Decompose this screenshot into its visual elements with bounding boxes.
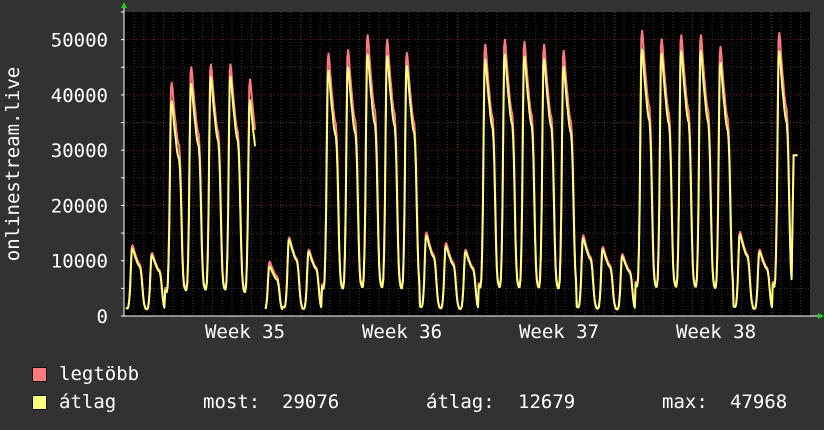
stat-now-value: 29076	[282, 391, 340, 413]
x-tick-label: Week 38	[676, 321, 756, 343]
x-tick-labels: Week 35 Week 36 Week 37 Week 38	[205, 321, 756, 343]
x-axis-arrow	[818, 313, 824, 319]
stat-max-value: 47968	[730, 391, 788, 413]
y-tick-labels: 0 10000 20000 30000 40000 50000	[51, 30, 108, 328]
stat-now-label: most:	[203, 391, 261, 413]
x-tick-label: Week 37	[519, 321, 599, 343]
legend-swatch-avg	[32, 395, 47, 410]
legend-label-max: legtöbb	[59, 363, 140, 385]
y-tick-label: 0	[97, 306, 108, 328]
y-tick-label: 10000	[51, 251, 108, 273]
stat-avg-label: átlag:	[426, 391, 495, 413]
stat-avg-value: 12679	[518, 391, 576, 413]
legend-swatch-max	[32, 367, 47, 382]
x-tick-label: Week 35	[205, 321, 285, 343]
stat-max-label: max:	[662, 391, 708, 413]
y-tick-label: 40000	[51, 85, 108, 107]
y-tick-label: 50000	[51, 30, 108, 52]
y-axis-label: onlinestream.live	[2, 67, 24, 261]
y-tick-label: 30000	[51, 140, 108, 162]
legend-label-avg: átlag	[59, 391, 117, 413]
chart: 01000020000300004000050000 Week 35 Week 3…	[2, 2, 824, 343]
x-tick-label: Week 36	[362, 321, 442, 343]
y-tick-label: 20000	[51, 195, 108, 217]
y-axis-arrow	[121, 2, 127, 8]
